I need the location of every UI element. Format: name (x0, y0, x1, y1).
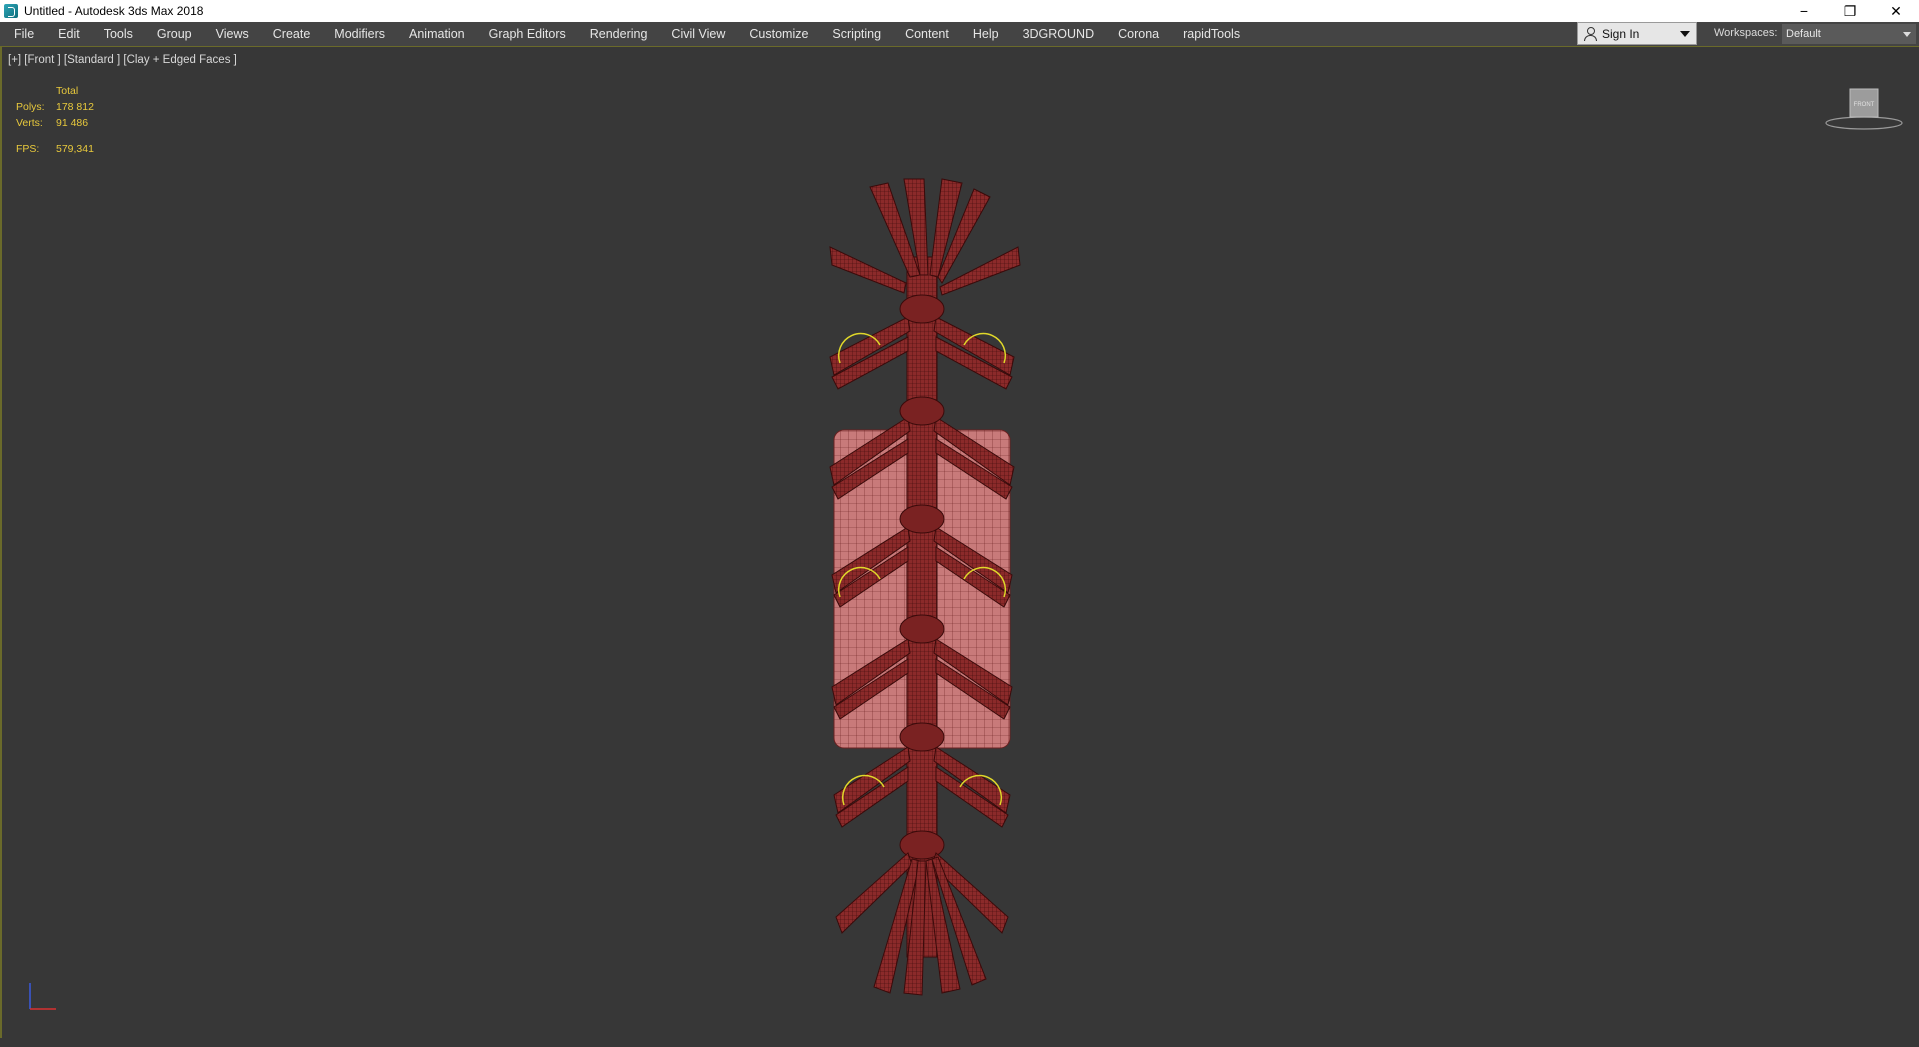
menu-tools[interactable]: Tools (92, 22, 145, 46)
sign-in-dropdown[interactable]: Sign In (1577, 22, 1697, 45)
menu-views[interactable]: Views (204, 22, 261, 46)
viewcube-face-label: FRONT (1854, 102, 1875, 108)
verts-label: Verts: (16, 117, 43, 129)
menu-3dground[interactable]: 3DGROUND (1011, 22, 1107, 46)
workspace-value: Default (1786, 28, 1821, 40)
menu-rapidtools[interactable]: rapidTools (1171, 22, 1252, 46)
menu-civil-view[interactable]: Civil View (659, 22, 737, 46)
window-title: Untitled - Autodesk 3ds Max 2018 (24, 4, 204, 18)
sign-in-label: Sign In (1602, 26, 1640, 41)
menu-file[interactable]: File (0, 22, 46, 46)
user-icon (1584, 27, 1597, 41)
menu-modifiers[interactable]: Modifiers (322, 22, 397, 46)
axis-tripod-icon (29, 983, 56, 1010)
viewcube-ring[interactable] (1825, 116, 1903, 130)
verts-value: 91 486 (56, 117, 89, 129)
minimize-button[interactable]: − (1781, 0, 1827, 22)
chevron-down-icon (1680, 31, 1690, 37)
menu-help[interactable]: Help (961, 22, 1011, 46)
front-viewport[interactable]: [+] [Front ] [Standard ] [Clay + Edged F… (0, 47, 1919, 1038)
viewport-label-menu[interactable]: [+] [Front ] [Standard ] [Clay + Edged F… (8, 54, 237, 66)
polys-value: 178 812 (56, 101, 94, 113)
menu-rendering[interactable]: Rendering (578, 22, 660, 46)
menu-content[interactable]: Content (893, 22, 961, 46)
menu-group[interactable]: Group (145, 22, 204, 46)
restore-button[interactable]: ❐ (1827, 0, 1873, 22)
3dsmax-app-icon[interactable] (4, 4, 18, 18)
menu-graph-editors[interactable]: Graph Editors (477, 22, 578, 46)
bottom-spike-cluster[interactable] (835, 852, 1009, 996)
workspace-select[interactable]: Default (1782, 24, 1916, 44)
window-controls: − ❐ ✕ (1781, 0, 1919, 22)
fps-value: 579,341 (56, 143, 94, 155)
workspaces-label: Workspaces: (1714, 27, 1778, 39)
menu-create[interactable]: Create (261, 22, 323, 46)
menu-customize[interactable]: Customize (737, 22, 820, 46)
menu-corona[interactable]: Corona (1106, 22, 1171, 46)
menu-edit[interactable]: Edit (46, 22, 92, 46)
fps-label: FPS: (16, 143, 40, 155)
viewcube[interactable]: FRONT (1824, 83, 1904, 133)
window-title-bar: Untitled - Autodesk 3ds Max 2018 − ❐ ✕ (0, 0, 1919, 22)
stats-header: Total (56, 85, 79, 97)
polys-label: Polys: (16, 101, 45, 113)
menu-scripting[interactable]: Scripting (820, 22, 893, 46)
close-button[interactable]: ✕ (1873, 0, 1919, 22)
scene-object-mesh[interactable] (792, 127, 1052, 1047)
menu-animation[interactable]: Animation (397, 22, 477, 46)
chevron-down-icon (1903, 32, 1911, 37)
viewport-statistics: Total Polys: 178 812 Verts: 91 486 FPS: 579… (16, 83, 94, 157)
